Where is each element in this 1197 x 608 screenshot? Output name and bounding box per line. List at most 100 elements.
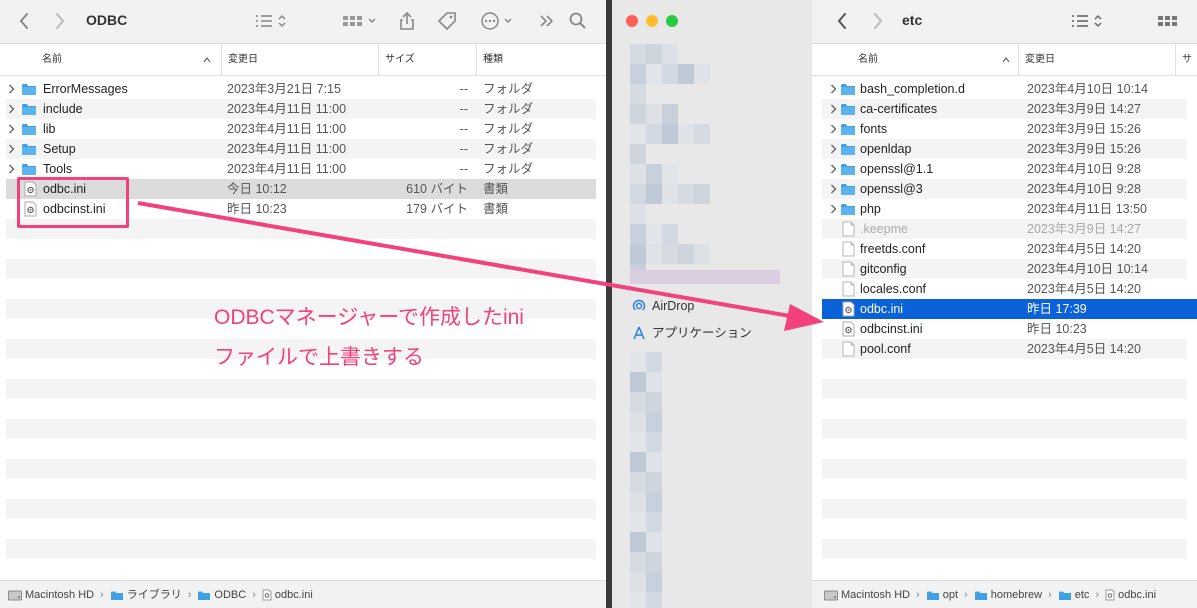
grid-icon xyxy=(343,16,376,26)
back-button[interactable] xyxy=(12,8,36,34)
search-icon xyxy=(569,12,586,29)
table-row[interactable]: odbc.ini 昨日 17:39 xyxy=(822,299,1197,319)
list-view-button[interactable] xyxy=(252,8,292,34)
disclosure-triangle-icon[interactable] xyxy=(830,144,837,154)
tag-icon xyxy=(437,12,456,31)
minimize-window-button[interactable] xyxy=(646,15,658,27)
table-row[interactable]: Setup 2023年4月11日 11:00 -- フォルダ xyxy=(6,139,596,159)
path-segment[interactable]: Macintosh HD xyxy=(8,581,94,608)
tag-button[interactable] xyxy=(434,8,460,34)
disclosure-triangle-icon[interactable] xyxy=(8,104,15,114)
table-row[interactable]: ca-certificates 2023年3月9日 14:27 xyxy=(822,99,1187,119)
path-segment[interactable]: ODBC xyxy=(197,581,246,608)
disclosure-triangle-icon[interactable] xyxy=(8,164,15,174)
disclosure-triangle-icon[interactable] xyxy=(830,104,837,114)
table-row[interactable]: .keepme 2023年3月9日 14:27 xyxy=(822,219,1187,239)
table-row[interactable]: gitconfig 2023年4月10日 10:14 xyxy=(822,259,1187,279)
path-segment[interactable]: odbc.ini xyxy=(1105,581,1156,608)
empty-row xyxy=(6,499,596,519)
table-row[interactable]: locales.conf 2023年4月5日 14:20 xyxy=(822,279,1187,299)
list-view-icon xyxy=(1072,14,1102,28)
path-segment[interactable]: odbc.ini xyxy=(262,581,313,608)
path-segments: Macintosh HD › ライブラリ › ODBC › odbc.ini xyxy=(8,581,313,608)
disclosure-triangle-icon[interactable] xyxy=(830,84,837,94)
disclosure-triangle-icon[interactable] xyxy=(8,84,15,94)
file-date: 2023年4月5日 14:20 xyxy=(1027,342,1141,356)
folder-icon xyxy=(22,84,36,95)
file-size: -- xyxy=(459,162,468,176)
disclosure-triangle-icon[interactable] xyxy=(830,184,837,194)
path-segment-label: Macintosh HD xyxy=(25,589,95,601)
empty-row xyxy=(822,359,1187,379)
table-row[interactable]: openldap 2023年3月9日 15:26 xyxy=(822,139,1187,159)
action-button[interactable] xyxy=(478,8,518,34)
table-row[interactable]: include 2023年4月11日 11:00 -- フォルダ xyxy=(6,99,596,119)
path-segments: Macintosh HD › opt › homebrew › etc › odbc.ini xyxy=(824,581,1156,608)
table-row[interactable]: odbcinst.ini 昨日 10:23 xyxy=(822,319,1187,339)
column-header: 名前 変更日 サイズ 種類 xyxy=(0,44,606,76)
column-kind[interactable]: 種類 xyxy=(476,44,606,76)
folder-icon xyxy=(1058,591,1071,600)
forward-button[interactable] xyxy=(866,8,890,34)
column-size[interactable]: サ xyxy=(1175,44,1197,76)
folder-icon xyxy=(841,84,855,95)
overflow-button[interactable] xyxy=(536,8,558,34)
column-date[interactable]: 変更日 xyxy=(1018,44,1175,76)
column-name[interactable]: 名前 xyxy=(36,44,220,76)
disclosure-triangle-icon[interactable] xyxy=(830,204,837,214)
folder-icon xyxy=(22,124,36,135)
table-row[interactable]: openssl@3 2023年4月10日 9:28 xyxy=(822,179,1187,199)
forward-button[interactable] xyxy=(48,8,72,34)
path-segment[interactable]: homebrew xyxy=(974,581,1042,608)
table-row[interactable]: Tools 2023年4月11日 11:00 -- フォルダ xyxy=(6,159,596,179)
column-name[interactable]: 名前 xyxy=(852,44,1018,76)
file-name: fonts xyxy=(860,122,888,136)
file-name: ca-certificates xyxy=(860,102,938,116)
applications-icon xyxy=(633,326,645,340)
group-button[interactable] xyxy=(340,8,380,34)
folder-icon xyxy=(110,591,123,600)
back-button[interactable] xyxy=(830,8,854,34)
file-kind: 書類 xyxy=(483,182,509,196)
group-button[interactable] xyxy=(1156,8,1194,34)
window-title: ODBC xyxy=(86,12,128,28)
column-date[interactable]: 変更日 xyxy=(221,44,378,76)
search-button[interactable] xyxy=(566,8,590,34)
table-row[interactable]: ErrorMessages 2023年3月21日 7:15 -- フォルダ xyxy=(6,79,596,99)
path-bar: Macintosh HD › ライブラリ › ODBC › odbc.ini xyxy=(0,580,606,608)
file-size: 610 バイト xyxy=(406,182,468,196)
table-row[interactable]: fonts 2023年3月9日 15:26 xyxy=(822,119,1187,139)
table-row[interactable]: pool.conf 2023年4月5日 14:20 xyxy=(822,339,1187,359)
empty-row xyxy=(6,379,596,399)
file-date: 2023年3月9日 15:26 xyxy=(1027,142,1141,156)
path-segment[interactable]: opt xyxy=(926,581,958,608)
disclosure-triangle-icon[interactable] xyxy=(830,164,837,174)
table-row[interactable]: bash_completion.d 2023年4月10日 10:14 xyxy=(822,79,1187,99)
table-row[interactable]: lib 2023年4月11日 11:00 -- フォルダ xyxy=(6,119,596,139)
annotation-highlight-box xyxy=(17,177,129,228)
zoom-window-button[interactable] xyxy=(666,15,678,27)
folder-icon xyxy=(198,591,211,600)
empty-row xyxy=(822,439,1187,459)
share-button[interactable] xyxy=(394,8,420,34)
path-segment[interactable]: Macintosh HD xyxy=(824,581,910,608)
path-separator-icon: › xyxy=(252,589,256,601)
close-window-button[interactable] xyxy=(626,15,638,27)
table-row[interactable]: php 2023年4月11日 13:50 xyxy=(822,199,1187,219)
empty-row xyxy=(6,519,596,539)
file-date: 昨日 10:23 xyxy=(1027,322,1087,336)
hard-drive-icon xyxy=(8,590,22,600)
sidebar-item-airdrop[interactable]: AirDrop xyxy=(632,296,694,316)
path-segment[interactable]: ライブラリ xyxy=(110,581,182,608)
file-kind: フォルダ xyxy=(483,82,534,96)
disclosure-triangle-icon[interactable] xyxy=(8,124,15,134)
disclosure-triangle-icon[interactable] xyxy=(8,144,15,154)
path-segment[interactable]: etc xyxy=(1058,581,1089,608)
sidebar-item-applications[interactable]: アプリケーション xyxy=(632,323,752,343)
table-row[interactable]: openssl@1.1 2023年4月10日 9:28 xyxy=(822,159,1187,179)
disclosure-triangle-icon[interactable] xyxy=(830,124,837,134)
list-view-button[interactable] xyxy=(1068,8,1108,34)
column-size[interactable]: サイズ xyxy=(378,44,476,76)
table-row[interactable]: freetds.conf 2023年4月5日 14:20 xyxy=(822,239,1187,259)
path-separator-icon: › xyxy=(1048,589,1052,601)
